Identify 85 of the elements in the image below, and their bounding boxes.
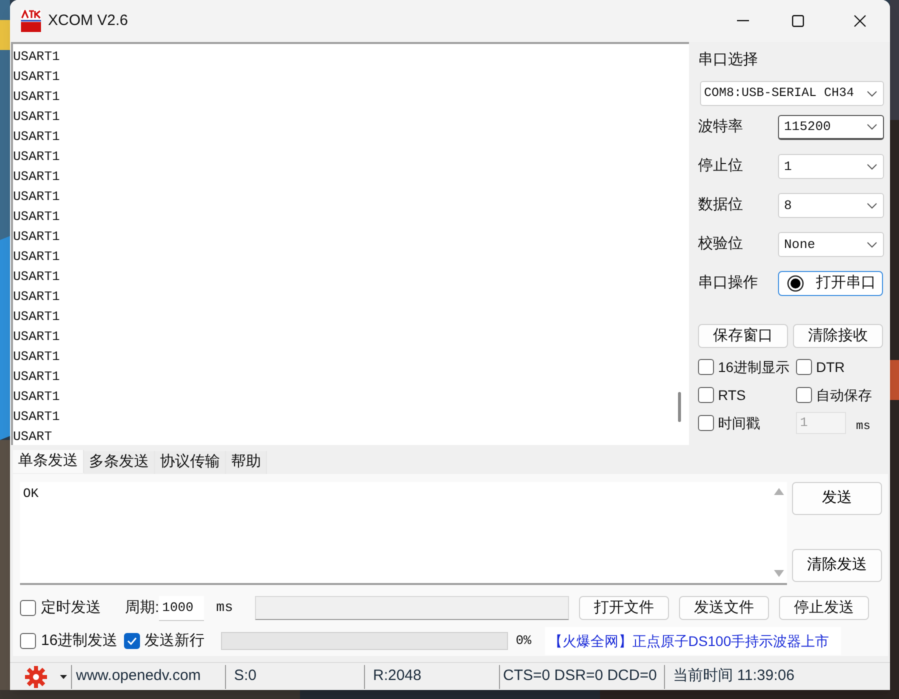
received-line: USART1 xyxy=(13,388,60,406)
tab[interactable]: 帮助 xyxy=(226,451,267,474)
field-label: 停止位 xyxy=(698,156,744,176)
field-label: 周期: xyxy=(125,598,160,618)
tab[interactable]: 协议传输 xyxy=(155,451,226,474)
website-link[interactable]: www.openedv.com xyxy=(76,665,225,688)
signal-status: CTS=0 DSR=0 DCD=0 xyxy=(503,666,658,686)
unit-label: ms xyxy=(856,418,870,435)
section-label: 串口选择 xyxy=(698,50,759,70)
file-button[interactable]: 停止发送 xyxy=(779,596,870,620)
checkbox-label: DTR xyxy=(816,358,845,376)
checkbox[interactable] xyxy=(796,387,812,403)
chevron-icon xyxy=(867,164,877,170)
caret-icon[interactable] xyxy=(60,674,67,679)
checkbox[interactable] xyxy=(20,600,36,616)
tab[interactable]: 单条发送 xyxy=(13,450,84,473)
received-line: USART1 xyxy=(13,68,60,86)
check-icon xyxy=(126,637,137,645)
sent-count: S:0 xyxy=(234,666,258,686)
received-line: USART xyxy=(13,428,52,445)
maximize-icon xyxy=(792,15,804,27)
checkbox-label: 时间戳 xyxy=(718,414,760,432)
dropdown[interactable]: 8 xyxy=(778,193,884,218)
received-line: USART1 xyxy=(13,368,60,386)
record-icon xyxy=(787,275,804,292)
scrollbar-thumb[interactable] xyxy=(678,392,681,422)
file-path-field[interactable] xyxy=(255,596,570,620)
dropdown[interactable]: None xyxy=(778,232,884,257)
field-label: 数据位 xyxy=(698,195,744,216)
received-line: USART1 xyxy=(13,208,60,226)
period-field[interactable]: 1000 xyxy=(159,596,204,620)
field-label: 串口操作 xyxy=(698,273,759,294)
received-line: USART1 xyxy=(13,308,60,326)
field-label: 校验位 xyxy=(698,234,744,254)
checkbox[interactable] xyxy=(20,633,36,649)
checkbox-label: RTS xyxy=(718,386,746,404)
received-line: USART1 xyxy=(13,408,60,426)
received-line: USART1 xyxy=(13,188,60,206)
checkbox-label: 16进制发送 xyxy=(41,630,118,651)
checkbox[interactable] xyxy=(698,387,714,403)
checkbox-label: 自动保存 xyxy=(816,386,872,404)
received-line: USART1 xyxy=(13,348,60,366)
checkbox[interactable] xyxy=(698,359,714,375)
action-button[interactable]: 清除接收 xyxy=(793,324,883,348)
checkbox[interactable] xyxy=(796,359,812,375)
open-port-button[interactable]: 打开串口 xyxy=(778,271,883,296)
dropdown[interactable]: 115200 xyxy=(778,115,884,140)
received-line: USART1 xyxy=(13,268,60,286)
chevron-icon xyxy=(867,242,877,248)
minimize-icon xyxy=(737,20,749,22)
checkbox[interactable] xyxy=(698,415,714,431)
received-line: USART1 xyxy=(13,248,60,266)
unit-label: ms xyxy=(216,598,234,618)
checkbox-label: 发送新行 xyxy=(144,630,205,651)
dropdown[interactable]: 1 xyxy=(778,154,884,179)
send-button[interactable]: 发送 xyxy=(792,482,882,515)
window-title: XCOM V2.6 xyxy=(48,10,128,31)
chevron-icon xyxy=(867,202,877,208)
app-logo-icon xyxy=(21,10,41,32)
current-time: 当前时间 11:39:06 xyxy=(673,666,794,686)
received-line: USART1 xyxy=(13,288,60,306)
received-line: USART1 xyxy=(13,128,60,146)
action-button[interactable]: 保存窗口 xyxy=(698,324,788,348)
checkbox[interactable] xyxy=(124,633,140,649)
progress-reading: 0% xyxy=(516,632,532,650)
received-line: USART1 xyxy=(13,148,60,166)
send-button[interactable]: 清除发送 xyxy=(792,549,882,582)
checkbox-label: 16进制显示 xyxy=(718,358,790,376)
received-line: USART1 xyxy=(13,168,60,186)
received-line: USART1 xyxy=(13,48,60,66)
chevron-icon xyxy=(867,124,877,130)
received-count: R:2048 xyxy=(373,666,422,686)
received-line: USART1 xyxy=(13,108,60,126)
file-button[interactable]: 发送文件 xyxy=(679,596,770,620)
port-dropdown[interactable]: COM8:USB-SERIAL CH34 xyxy=(700,81,884,106)
received-line: USART1 xyxy=(13,228,60,246)
file-button[interactable]: 打开文件 xyxy=(579,596,670,620)
gear-icon[interactable] xyxy=(25,666,47,688)
field-label: 波特率 xyxy=(698,117,744,138)
tab[interactable]: 多条发送 xyxy=(84,451,155,474)
checkbox-label: 定时发送 xyxy=(41,598,102,618)
received-line: USART1 xyxy=(13,328,60,346)
chevron-icon xyxy=(867,90,877,96)
close-icon xyxy=(854,15,866,27)
received-line: USART1 xyxy=(13,88,60,106)
